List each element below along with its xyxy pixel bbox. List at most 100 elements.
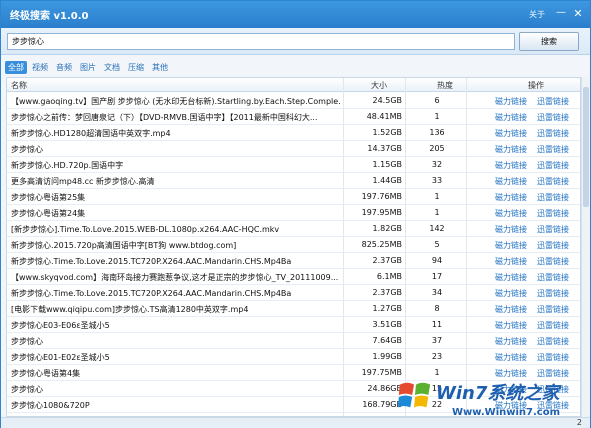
xunlei-link[interactable]: 迅雷链接	[537, 144, 569, 155]
magnet-link[interactable]: 磁力链接	[495, 176, 527, 187]
result-size: 48.41MB	[366, 112, 402, 121]
results-table: 名称 大小 热度 操作 【www.gaoqing.tv】国产剧 步步惊心 (无水…	[6, 77, 581, 417]
result-name: 步步惊心之前传：梦回唐泉记（下）【DVD-RMVB.国语中字】【2011最新中国…	[11, 113, 318, 122]
result-size: 197.75MB	[361, 368, 402, 377]
result-name: [电影下载www.qiqipu.com]步步惊心.TS高清1280中英双字.mp…	[11, 305, 249, 314]
xunlei-link[interactable]: 迅雷链接	[537, 272, 569, 283]
table-row[interactable]: 【www.skyqvod.com】海南环岛接力赛跑惹争议,这才是正宗的步步惊心_…	[7, 269, 580, 285]
result-size: 1.82GB	[372, 224, 403, 233]
result-heat: 32	[431, 160, 443, 169]
magnet-link[interactable]: 磁力链接	[495, 192, 527, 203]
xunlei-link[interactable]: 迅雷链接	[537, 336, 569, 347]
table-row[interactable]: 步步惊心粤语第24集 197.95MB 1 磁力链接 迅雷链接	[7, 205, 580, 221]
magnet-link[interactable]: 磁力链接	[495, 208, 527, 219]
xunlei-link[interactable]: 迅雷链接	[537, 96, 569, 107]
result-name: 步步惊心	[11, 145, 43, 154]
result-name: 【www.gaoqing.tv】国产剧 步步惊心 (无水印无台标新).Start…	[11, 97, 341, 106]
column-header-size[interactable]: 大小	[371, 80, 403, 91]
xunlei-link[interactable]: 迅雷链接	[537, 112, 569, 123]
xunlei-link[interactable]: 迅雷链接	[537, 160, 569, 171]
xunlei-link[interactable]: 迅雷链接	[537, 176, 569, 187]
magnet-link[interactable]: 磁力链接	[495, 288, 527, 299]
result-heat: 1	[434, 208, 440, 217]
xunlei-link[interactable]: 迅雷链接	[537, 288, 569, 299]
result-size: 197.76MB	[361, 192, 402, 201]
result-name: 【www.skyqvod.com】海南环岛接力赛跑惹争议,这才是正宗的步步惊心_…	[11, 273, 339, 282]
tab-archive[interactable]: 压缩	[125, 61, 147, 74]
tab-all[interactable]: 全部	[5, 61, 27, 74]
xunlei-link[interactable]: 迅雷链接	[537, 208, 569, 219]
table-row[interactable]: 新步步惊心.HD1280超清国语中英双字.mp4 1.52GB 136 磁力链接 迅雷链…	[7, 125, 580, 141]
scroll-thumb[interactable]	[583, 87, 589, 207]
app-title: 终极搜索 v1.0.0	[10, 11, 89, 22]
about-link[interactable]: 关于	[529, 9, 545, 20]
table-row[interactable]: [电影下载www.qiqipu.com]步步惊心.TS高清1280中英双字.mp…	[7, 301, 580, 317]
search-input[interactable]	[7, 33, 515, 50]
result-size: 2.37GB	[372, 256, 403, 265]
tab-video[interactable]: 视频	[29, 61, 51, 74]
magnet-link[interactable]: 磁力链接	[495, 352, 527, 363]
tab-audio[interactable]: 音频	[53, 61, 75, 74]
table-row[interactable]: 新步步惊心.2015.720p高清国语中字[BT狗 www.btdog.com]…	[7, 237, 580, 253]
vertical-scrollbar[interactable]	[581, 77, 590, 417]
column-header-name[interactable]: 名称	[11, 80, 27, 91]
xunlei-link[interactable]: 迅雷链接	[537, 192, 569, 203]
table-row[interactable]: 新步步惊心.HD.720p.国语中字 1.15GB 32 磁力链接 迅雷链接	[7, 157, 580, 173]
xunlei-link[interactable]: 迅雷链接	[537, 224, 569, 235]
watermark: Win7系统之家 Www.Winwin7.com	[396, 375, 586, 427]
xunlei-link[interactable]: 迅雷链接	[537, 320, 569, 331]
result-heat: 23	[431, 352, 443, 361]
tab-document[interactable]: 文档	[101, 61, 123, 74]
result-name: 步步惊心	[11, 385, 43, 394]
magnet-link[interactable]: 磁力链接	[495, 320, 527, 331]
magnet-link[interactable]: 磁力链接	[495, 224, 527, 235]
magnet-link[interactable]: 磁力链接	[495, 144, 527, 155]
xunlei-link[interactable]: 迅雷链接	[537, 256, 569, 267]
result-name: 新步步惊心.2015.720p高清国语中字[BT狗 www.btdog.com]	[11, 241, 237, 250]
magnet-link[interactable]: 磁力链接	[495, 304, 527, 315]
table-row[interactable]: 步步惊心粤语第25集 197.76MB 1 磁力链接 迅雷链接	[7, 189, 580, 205]
tab-image[interactable]: 图片	[77, 61, 99, 74]
table-row[interactable]: 步步惊心E01-E02ε圣城小5 1.99GB 23 磁力链接 迅雷链接	[7, 349, 580, 365]
magnet-link[interactable]: 磁力链接	[495, 112, 527, 123]
result-heat: 1	[434, 192, 440, 201]
table-row[interactable]: 步步惊心 14.37GB 205 磁力链接 迅雷链接	[7, 141, 580, 157]
result-name: 步步惊心粤语第24集	[11, 209, 86, 218]
table-row[interactable]: 【www.gaoqing.tv】国产剧 步步惊心 (无水印无台标新).Start…	[7, 93, 580, 109]
result-name: [新步步惊心].Time.To.Love.2015.WEB-DL.1080p.x…	[11, 225, 280, 234]
magnet-link[interactable]: 磁力链接	[495, 160, 527, 171]
column-header-heat[interactable]: 热度	[437, 80, 453, 91]
table-row[interactable]: [新步步惊心].Time.To.Love.2015.WEB-DL.1080p.x…	[7, 221, 580, 237]
magnet-link[interactable]: 磁力链接	[495, 128, 527, 139]
result-size: 197.95MB	[361, 208, 402, 217]
magnet-link[interactable]: 磁力链接	[495, 272, 527, 283]
xunlei-link[interactable]: 迅雷链接	[537, 240, 569, 251]
table-row[interactable]: 步步惊心E03-E06ε圣城小5 3.51GB 11 磁力链接 迅雷链接	[7, 317, 580, 333]
magnet-link[interactable]: 磁力链接	[495, 240, 527, 251]
minimize-icon[interactable]: —	[553, 6, 569, 22]
result-size: 3.51GB	[372, 320, 403, 329]
result-size: 168.79GB	[362, 400, 402, 409]
table-row[interactable]: 更多高清访问mp48.cc 新步步惊心.高清 1.44GB 33 磁力链接 迅雷链接	[7, 173, 580, 189]
table-row[interactable]: 步步惊心之前传：梦回唐泉记（下）【DVD-RMVB.国语中字】【2011最新中国…	[7, 109, 580, 125]
magnet-link[interactable]: 磁力链接	[495, 96, 527, 107]
result-heat: 142	[429, 224, 445, 233]
table-row[interactable]: 新步步惊心.Time.To.Love.2015.TC720P.X264.AAC.…	[7, 285, 580, 301]
result-size: 6.1MB	[376, 272, 402, 281]
result-name: 步步惊心1080&720P	[11, 401, 90, 410]
table-row[interactable]: 步步惊心 7.64GB 37 磁力链接 迅雷链接	[7, 333, 580, 349]
result-name: 新步步惊心.Time.To.Love.2015.TC720P.X264.AAC.…	[11, 289, 292, 298]
column-header-ops: 操作	[528, 81, 544, 90]
magnet-link[interactable]: 磁力链接	[495, 336, 527, 347]
result-name: 新步步惊心.Time.To.Love.2015.TC720P.X264.AAC.…	[11, 257, 292, 266]
result-size: 1.15GB	[372, 160, 403, 169]
xunlei-link[interactable]: 迅雷链接	[537, 128, 569, 139]
search-bar: 搜索	[1, 28, 590, 55]
table-row[interactable]: 新步步惊心.Time.To.Love.2015.TC720P.X264.AAC.…	[7, 253, 580, 269]
xunlei-link[interactable]: 迅雷链接	[537, 304, 569, 315]
xunlei-link[interactable]: 迅雷链接	[537, 352, 569, 363]
close-icon[interactable]: ✕	[570, 6, 586, 22]
magnet-link[interactable]: 磁力链接	[495, 256, 527, 267]
search-button[interactable]: 搜索	[519, 32, 579, 51]
tab-other[interactable]: 其他	[149, 61, 171, 74]
